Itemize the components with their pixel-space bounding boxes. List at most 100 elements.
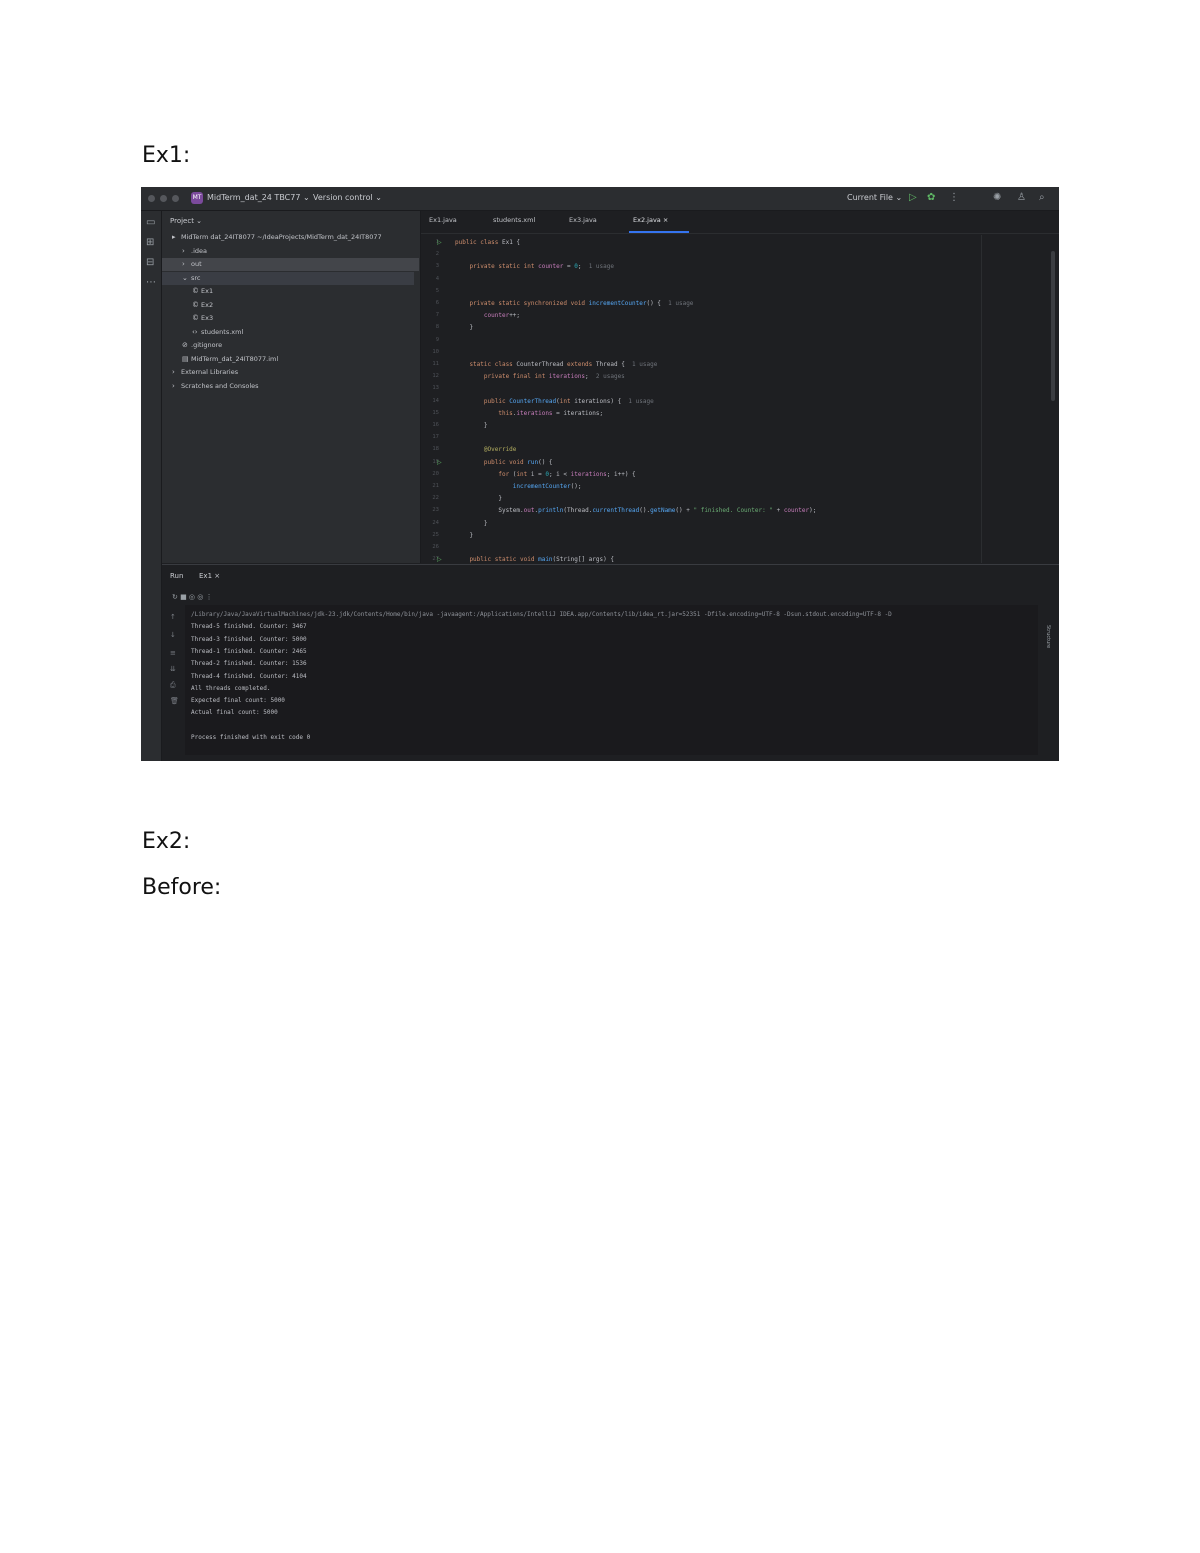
play-icon[interactable]: ▷ xyxy=(909,192,917,203)
console-output[interactable]: /Library/Java/JavaVirtualMachines/jdk-23… xyxy=(185,605,1038,755)
more-horizontal-icon[interactable]: ⋯ xyxy=(146,277,156,288)
window-minimize-dot[interactable] xyxy=(160,195,167,202)
code-token: iterations xyxy=(516,409,553,417)
line-number: 8 xyxy=(435,324,439,331)
window-zoom-dot[interactable] xyxy=(172,195,179,202)
line-number: 16 xyxy=(432,422,439,428)
tree-item[interactable]: › out xyxy=(182,258,202,271)
tree-item[interactable]: © Ex3 xyxy=(192,312,213,325)
bug-icon[interactable]: ✿ xyxy=(927,192,935,203)
tree-item[interactable]: › External Libraries xyxy=(172,366,238,379)
code-line: static class CounterThread extends Threa… xyxy=(455,361,657,368)
line-number: 21 xyxy=(432,483,439,489)
code-line: } xyxy=(455,495,502,502)
tab-ex2-java[interactable]: Ex2.java × xyxy=(633,216,668,224)
console-line: /Library/Java/JavaVirtualMachines/jdk-23… xyxy=(191,611,892,618)
code-token: 1 usage xyxy=(621,397,654,405)
code-token: i = xyxy=(530,470,546,478)
project-switcher[interactable]: MidTerm_dat_24 TBC77 ⌄ xyxy=(207,193,310,202)
tab-students-xml[interactable]: students.xml xyxy=(493,216,535,224)
line-number: 25 xyxy=(432,531,439,538)
stop-icon[interactable]: ↓ xyxy=(170,631,176,639)
code-editor[interactable]: Ex1.java students.xml Ex3.java Ex2.java … xyxy=(421,211,1059,563)
code-token: (). xyxy=(639,507,651,515)
tree-node-icon: › xyxy=(172,368,175,376)
soft-wrap-icon[interactable]: ≡ xyxy=(170,649,176,657)
tree-item[interactable]: ‹› students.xml xyxy=(192,326,243,339)
vcs-menu[interactable]: Version control ⌄ xyxy=(313,193,382,202)
structure-side-label[interactable]: Structure xyxy=(1045,625,1051,648)
code-token: currentThread xyxy=(592,507,640,515)
project-badge: MT xyxy=(191,192,203,204)
code-token: public static void xyxy=(455,556,539,564)
scroll-to-end-icon[interactable]: ⇊ xyxy=(170,665,176,673)
line-number: 6 xyxy=(435,300,439,306)
code-token: iterations) { xyxy=(574,397,622,405)
window-close-dot[interactable] xyxy=(148,195,155,202)
code-line: @Override xyxy=(455,446,517,453)
plugins-icon[interactable]: ⊞ xyxy=(146,237,154,248)
line-gutter: 1 2 3 4 5 6 7 8 9 10 11 12 13 14 15 16 17 18 19 20 21 22 23 24 2… xyxy=(421,235,447,563)
code-token: public xyxy=(455,397,510,405)
active-tab-indicator xyxy=(629,231,689,233)
console-line: Thread-1 finished. Counter: 2465 xyxy=(191,647,307,655)
line-number: 13 xyxy=(432,385,439,392)
code-token: run xyxy=(527,458,539,466)
tab-ex3-java[interactable]: Ex3.java xyxy=(569,216,597,224)
tree-item[interactable]: ▸ MidTerm dat_24IT8077 ~/IdeaProjects/Mid… xyxy=(172,231,382,244)
code-token: + xyxy=(772,507,784,515)
rerun-icon[interactable]: ↑ xyxy=(170,613,176,621)
code-line: } xyxy=(455,324,473,331)
tree-item-label: students.xml xyxy=(201,327,244,336)
tree-item[interactable]: © Ex1 xyxy=(192,285,213,298)
editor-scrollbar[interactable] xyxy=(1051,251,1055,401)
project-panel-title[interactable]: Project ⌄ xyxy=(170,217,202,225)
line-number: 14 xyxy=(432,397,439,404)
run-tab-ex1[interactable]: Ex1 × xyxy=(199,572,220,580)
run-config-select[interactable]: Current File ⌄ xyxy=(847,193,902,202)
tree-item[interactable]: ⊘ .gitignore xyxy=(182,339,222,352)
line-number: 4 xyxy=(435,275,439,282)
folder-icon[interactable]: ▭ xyxy=(146,217,155,228)
tree-node-icon: ⊘ xyxy=(182,341,188,349)
code-token: main xyxy=(538,556,553,564)
code-line: public class Ex1 { xyxy=(455,239,520,246)
code-token: } xyxy=(455,495,502,503)
tree-item[interactable]: › Scratches and Consoles xyxy=(172,380,259,393)
tree-item-label: Ex3 xyxy=(201,314,214,322)
code-token: int xyxy=(559,397,575,405)
code-line: private static int counter = 0; 1 usage xyxy=(455,263,614,270)
search-icon[interactable]: ⌕ xyxy=(1039,192,1045,203)
code-token: () { xyxy=(646,300,661,307)
line-number: 18 xyxy=(432,446,439,453)
tab-ex1-java[interactable]: Ex1.java xyxy=(429,216,457,224)
code-token: } xyxy=(455,531,474,539)
account-icon[interactable]: ♙ xyxy=(1017,192,1026,203)
code-token: incrementCounter xyxy=(588,300,647,307)
tree-node-icon: › xyxy=(172,381,175,390)
print-icon[interactable]: ⎙ xyxy=(170,681,176,690)
run-gutter-icon[interactable]: ▷ xyxy=(437,459,442,466)
tree-item[interactable]: › .idea xyxy=(182,245,207,258)
trash-icon[interactable]: 🗑 xyxy=(170,697,179,705)
commit-icon[interactable]: ⊟ xyxy=(146,257,154,268)
tree-item[interactable]: ▤ MidTerm_dat_24IT8077.iml xyxy=(182,353,278,366)
run-toolbar[interactable]: ↻ ■ ◎ ◎ ⋮ xyxy=(172,593,213,601)
tree-item-label: External Libraries xyxy=(181,368,239,376)
code-token: Thread { xyxy=(595,361,625,368)
ai-assistant-icon[interactable]: ✺ xyxy=(993,192,1001,203)
run-gutter-icon[interactable]: ▷ xyxy=(437,556,442,563)
tree-item-label: .idea xyxy=(191,246,207,255)
line-number: 23 xyxy=(432,507,439,514)
console-line: Thread-2 finished. Counter: 1536 xyxy=(191,660,307,668)
tree-item[interactable]: © Ex2 xyxy=(192,299,213,312)
code-line: } xyxy=(455,532,473,539)
more-vertical-icon[interactable]: ⋮ xyxy=(949,192,959,203)
tree-item[interactable]: ⌄ src xyxy=(182,272,201,285)
code-token: CounterThread xyxy=(509,397,557,405)
tree-item-label: Ex2 xyxy=(201,300,214,309)
code-token: private static int xyxy=(455,263,539,271)
code-line: for (int i = 0; i < iterations; i++) { xyxy=(455,470,635,478)
heading-ex2: Ex2: xyxy=(142,829,191,854)
run-gutter-icon[interactable]: ▷ xyxy=(437,239,442,246)
